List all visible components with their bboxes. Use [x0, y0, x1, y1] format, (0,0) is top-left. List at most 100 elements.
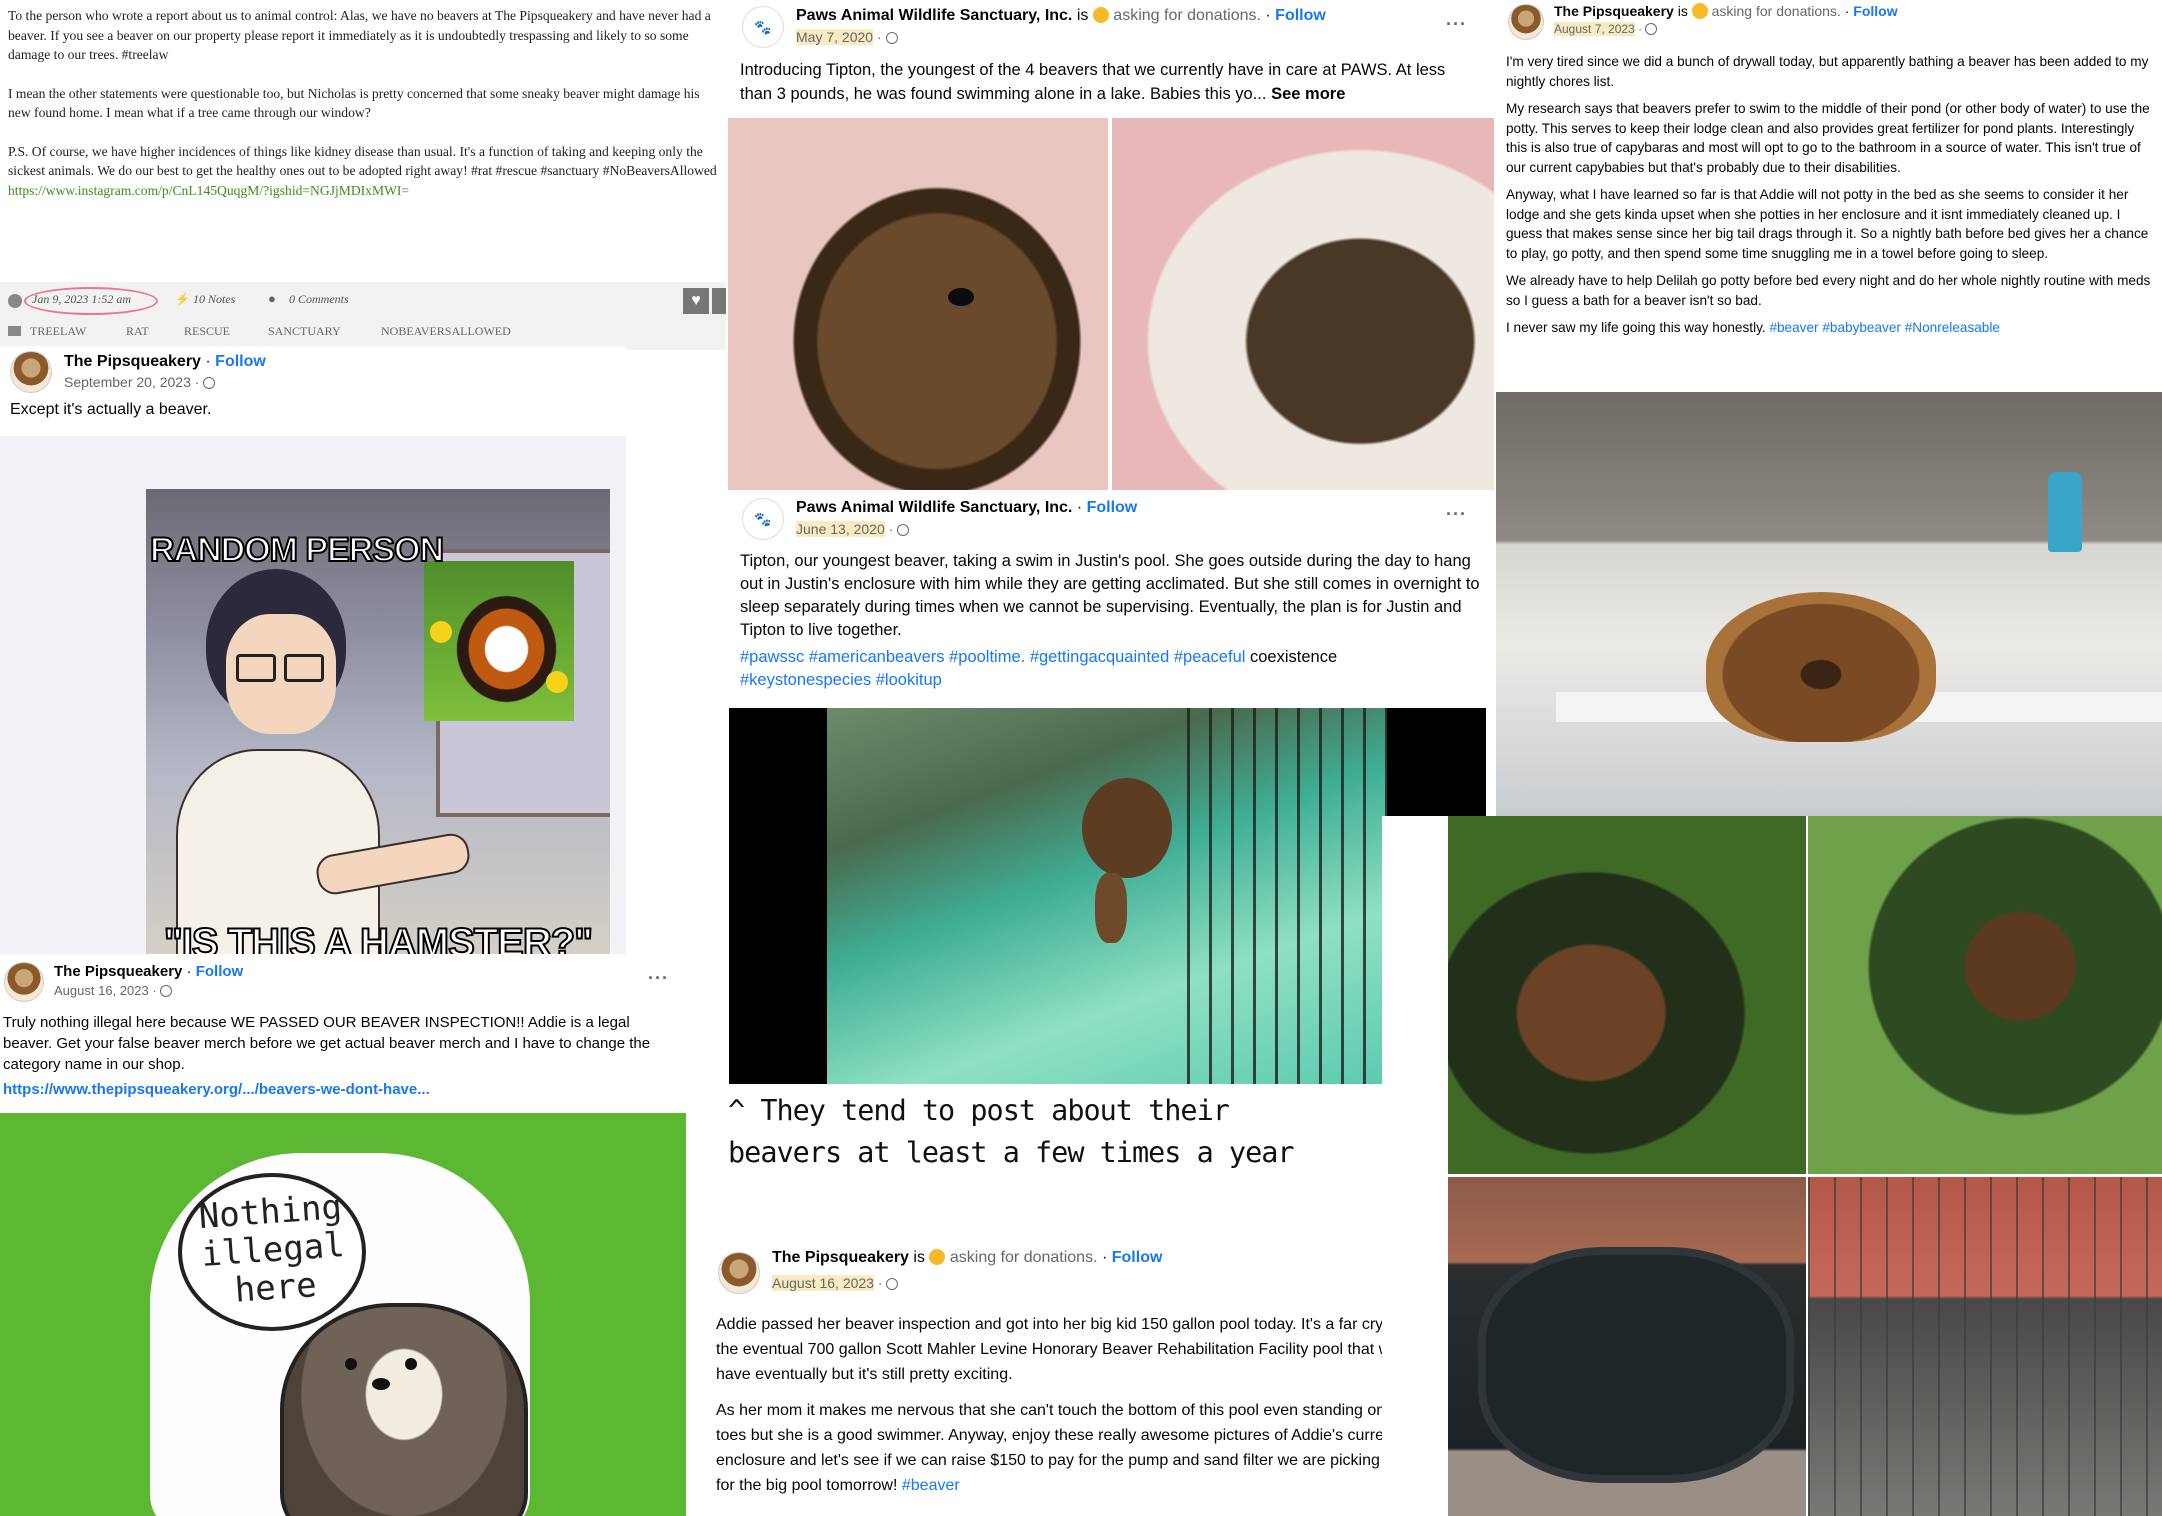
blog-paragraph-1: To the person who wrote a report about u… [8, 8, 711, 62]
avatar[interactable]: 🐾 [742, 498, 784, 540]
donation-status: asking for donations. [1113, 7, 1261, 24]
post-date[interactable]: June 13, 2020 [796, 521, 885, 537]
post-paragraph-5: I never saw my life going this way hones… [1506, 320, 1770, 335]
tag-rat[interactable]: RAT [126, 324, 149, 339]
hashtags-line-2[interactable]: #keystonespecies #lookitup [740, 671, 942, 689]
comment-icon: ● [268, 291, 276, 306]
donation-emoji-icon [1092, 7, 1109, 23]
blog-paragraph-2: I mean the other statements were questio… [8, 85, 700, 121]
paws-logo-icon: 🐾 [754, 510, 772, 527]
avatar[interactable] [718, 1252, 760, 1294]
pool-scene [827, 708, 1387, 1084]
post-paragraph-2: My research says that beavers prefer to … [1506, 101, 2150, 175]
blog-instagram-link[interactable]: https://www.instagram.com/p/CnL145QuqgM/… [8, 181, 718, 201]
meme-image: RANDOM PERSON "IS THIS A HAMSTER?" [146, 489, 610, 954]
post-hashtags[interactable]: #beaver #babybeaver #Nonreleasable [1769, 320, 2000, 335]
enclosure-cage [1808, 1177, 2162, 1516]
beaver-pool-photo [1448, 1177, 1806, 1516]
enclosure-photo [1808, 1177, 2162, 1516]
merch-post-header: The Pipsqueakery · Follow August 16, 202… [4, 962, 243, 1002]
post-date[interactable]: August 16, 2023 [54, 983, 149, 998]
follow-button[interactable]: Follow [1853, 3, 1897, 19]
author-name[interactable]: The Pipsqueakery [1554, 3, 1674, 19]
beaver-eye [948, 288, 974, 306]
tipton-photo-right [1112, 118, 1494, 490]
post-date[interactable]: August 7, 2023 [1554, 22, 1635, 36]
addie-pool-post: The Pipsqueakery is asking for donations… [704, 1230, 1448, 1516]
author-name[interactable]: The Pipsqueakery [54, 963, 182, 980]
globe-icon [203, 377, 216, 389]
see-more-link[interactable]: See more [1271, 85, 1345, 103]
follow-button[interactable]: Follow [1112, 1249, 1163, 1266]
post-paragraph-4: We already have to help Delilah go potty… [1506, 273, 2151, 308]
caption-text: ^ They tend to post about their beavers … [728, 1094, 1295, 1169]
tipton-pool-video[interactable] [729, 708, 1486, 1084]
paws-logo-icon: 🐾 [754, 18, 772, 35]
meme-bottom-caption: "IS THIS A HAMSTER?" [163, 920, 594, 954]
donation-emoji-icon [1691, 3, 1708, 19]
blog-paragraph-3: P.S. Of course, we have higher incidence… [8, 143, 717, 179]
more-options-button[interactable]: ··· [648, 968, 669, 989]
post-date[interactable]: May 7, 2020 [796, 29, 874, 45]
blog-comments[interactable]: 0 Comments [289, 292, 349, 307]
avatar[interactable]: 🐾 [742, 6, 784, 48]
meme-person [166, 559, 473, 954]
sticker-text: Nothing illegal here [197, 1187, 346, 1311]
caption-panel: ^ They tend to post about their beavers … [704, 1090, 1382, 1230]
notes-icon: ⚡ [175, 292, 190, 306]
author-name[interactable]: Paws Animal Wildlife Sanctuary, Inc. [796, 499, 1072, 516]
donation-status: asking for donations. [949, 1249, 1098, 1266]
avatar[interactable] [4, 962, 44, 1002]
meme-post-header: The Pipsqueakery · Follow September 20, … [10, 351, 266, 393]
post-text: Truly nothing illegal here because WE PA… [3, 1014, 651, 1073]
sticker: Nothing illegal here [150, 1153, 530, 1516]
post-text: Except it's actually a beaver. [10, 401, 212, 418]
addie-bath-header: The Pipsqueakery is asking for donations… [1508, 3, 1898, 40]
enclosure-photo-grid [1382, 816, 2162, 1516]
tag-treelaw[interactable]: TREELAW [30, 324, 86, 339]
like-button[interactable]: ♥ [683, 288, 709, 314]
post-date[interactable]: August 16, 2023 [772, 1275, 874, 1291]
post-link[interactable]: https://www.thepipsqueakery.org/.../beav… [3, 1081, 430, 1098]
post-date[interactable]: September 20, 2023 [64, 374, 191, 390]
hashtag-beaver[interactable]: #beaver [902, 1477, 960, 1494]
more-options-button[interactable]: ··· [1446, 14, 1467, 35]
tag-icon [8, 326, 21, 336]
follow-button[interactable]: Follow [1275, 7, 1326, 24]
reblog-button[interactable] [712, 288, 726, 314]
author-name[interactable]: The Pipsqueakery [64, 353, 201, 370]
is-label: is [1076, 7, 1089, 24]
clock-icon [8, 294, 22, 308]
globe-icon [886, 1278, 899, 1290]
donation-emoji-icon [929, 1249, 946, 1265]
tag-sanctuary[interactable]: SANCTUARY [268, 324, 341, 339]
follow-button[interactable]: Follow [196, 963, 244, 980]
author-name[interactable]: Paws Animal Wildlife Sanctuary, Inc. [796, 7, 1072, 24]
globe-icon [897, 524, 910, 536]
avatar[interactable] [1508, 4, 1544, 40]
post-text: Tipton, our youngest beaver, taking a sw… [740, 552, 1480, 639]
swimming-beaver [1082, 778, 1172, 878]
post-text-2: As her mom it makes me nervous that she … [716, 1402, 1442, 1494]
beaver-photo-leaves-2 [1808, 816, 2162, 1174]
blog-meta-bar: Jan 9, 2023 1:52 am ⚡ 10 Notes ● 0 Comme… [0, 282, 726, 350]
tag-rescue[interactable]: RESCUE [184, 324, 230, 339]
tipton-intro-header: 🐾 Paws Animal Wildlife Sanctuary, Inc. i… [742, 6, 1326, 48]
author-name[interactable]: The Pipsqueakery [772, 1249, 909, 1266]
more-options-button[interactable]: ··· [1446, 504, 1467, 525]
hashtags[interactable]: #pawssc #americanbeavers #pooltime. #get… [740, 648, 1245, 666]
post-paragraph-3: Anyway, what I have learned so far is th… [1506, 187, 2149, 261]
tag-nobeaversallowed[interactable]: NOBEAVERSALLOWED [381, 324, 511, 339]
enclosure-fence [1187, 708, 1387, 1084]
globe-icon [885, 32, 898, 44]
blog-notes[interactable]: 10 Notes [193, 292, 235, 307]
blog-date[interactable]: Jan 9, 2023 1:52 am [32, 292, 131, 307]
sticker-groundhog [280, 1303, 528, 1516]
follow-button[interactable]: Follow [1087, 499, 1138, 516]
tipton-intro-post: 🐾 Paws Animal Wildlife Sanctuary, Inc. i… [726, 0, 1494, 490]
donation-status: asking for donations. [1711, 3, 1841, 19]
avatar[interactable] [10, 351, 52, 393]
bathing-beaver [1706, 592, 1936, 742]
blog-post: To the person who wrote a report about u… [0, 0, 726, 350]
follow-button[interactable]: Follow [215, 353, 266, 370]
